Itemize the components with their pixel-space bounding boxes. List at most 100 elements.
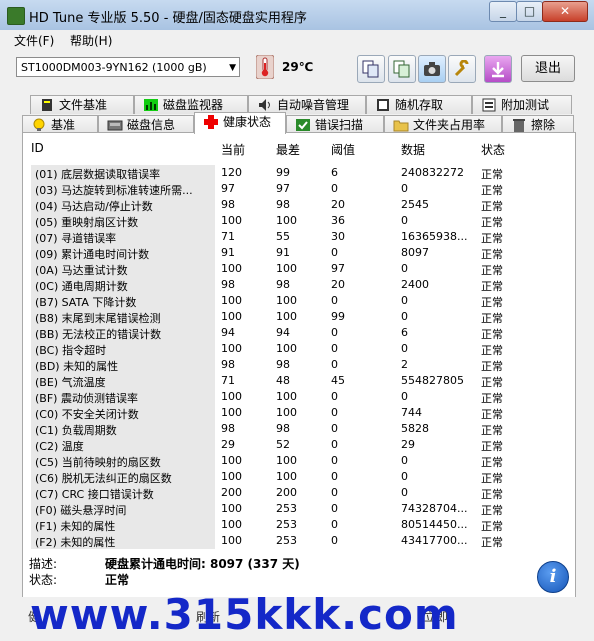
attr-id: (01) 底层数据读取错误率	[35, 168, 161, 181]
column-header-id[interactable]: ID	[31, 141, 44, 155]
column-header-worst[interactable]: 最差	[276, 141, 300, 158]
table-row[interactable]: (03) 马达旋转到标准转速所需... 97 97 0 0 正常	[23, 181, 575, 197]
worst-value: 97	[276, 182, 290, 195]
menu-file[interactable]: 文件(F)	[14, 32, 54, 49]
current-value: 200	[221, 486, 242, 499]
attr-id: (C6) 脱机无法纠正的扇区数	[35, 472, 172, 485]
table-row[interactable]: (BF) 震动侦测错误率 100 100 0 0 正常	[23, 389, 575, 405]
threshold-value: 0	[331, 406, 338, 419]
current-value: 29	[221, 438, 235, 451]
minimize-button[interactable]: _	[489, 1, 517, 22]
attr-id: (BC) 指令超时	[35, 344, 107, 357]
tab-health[interactable]: 健康状态	[194, 112, 286, 134]
table-row[interactable]: (BC) 指令超时 100 100 0 0 正常	[23, 341, 575, 357]
table-row[interactable]: (05) 重映射扇区计数 100 100 36 0 正常	[23, 213, 575, 229]
screenshot-button[interactable]	[418, 55, 446, 83]
maximize-button[interactable]: □	[516, 1, 543, 22]
tab-extra-tests[interactable]: 附加测试	[472, 95, 572, 114]
worst-value: 100	[276, 310, 297, 323]
status-value: 正常	[481, 344, 503, 357]
table-row[interactable]: (BD) 未知的属性 98 98 0 2 正常	[23, 357, 575, 373]
table-row[interactable]: (C0) 不安全关闭计数 100 100 0 744 正常	[23, 405, 575, 421]
status-value: 正常	[481, 184, 503, 197]
worst-value: 98	[276, 198, 290, 211]
table-row[interactable]: (F2) 未知的属性 100 253 0 43417700... 正常	[23, 533, 575, 549]
threshold-value: 0	[331, 358, 338, 371]
column-header-status[interactable]: 状态	[481, 141, 505, 158]
options-button[interactable]	[448, 55, 476, 83]
current-value: 98	[221, 198, 235, 211]
worst-value: 100	[276, 262, 297, 275]
raw-data: 5828	[401, 422, 429, 435]
table-row[interactable]: (C2) 温度 29 52 0 29 正常	[23, 437, 575, 453]
copy-all-button[interactable]	[388, 55, 416, 83]
raw-data: 240832272	[401, 166, 464, 179]
raw-data: 554827805	[401, 374, 464, 387]
save-button[interactable]	[484, 55, 512, 83]
speaker-icon	[259, 99, 270, 111]
threshold-value: 30	[331, 230, 345, 243]
status-value: 正常	[481, 216, 503, 229]
table-row[interactable]: (04) 马达启动/停止计数 98 98 20 2545 正常	[23, 197, 575, 213]
current-value: 100	[221, 294, 242, 307]
table-row[interactable]: (07) 寻道错误率 71 55 30 16365938... 正常	[23, 229, 575, 245]
table-row[interactable]: (C5) 当前待映射的扇区数 100 100 0 0 正常	[23, 453, 575, 469]
table-row[interactable]: (B7) SATA 下降计数 100 100 0 0 正常	[23, 293, 575, 309]
table-row[interactable]: (09) 累计通电时间计数 91 91 0 8097 正常	[23, 245, 575, 261]
drive-select[interactable]: ST1000DM003-9YN162 (1000 gB) ▼	[16, 57, 240, 77]
worst-value: 100	[276, 342, 297, 355]
health-panel: ID 当前 最差 阈值 数据 状态 (01) 底层数据读取错误率 120 99 6 24…	[22, 132, 576, 624]
tab-file-benchmark[interactable]: 文件基准	[30, 95, 134, 114]
current-value: 100	[221, 214, 242, 227]
table-row[interactable]: (C6) 脱机无法纠正的扇区数 100 100 0 0 正常	[23, 469, 575, 485]
lightbulb-icon	[33, 118, 45, 131]
current-value: 100	[221, 454, 242, 467]
table-row[interactable]: (0A) 马达重试计数 100 100 97 0 正常	[23, 261, 575, 277]
table-row[interactable]: (01) 底层数据读取错误率 120 99 6 240832272 正常	[23, 165, 575, 181]
copy-info-button[interactable]	[357, 55, 385, 83]
tab-random-access[interactable]: 随机存取	[366, 95, 472, 114]
toolbar: ST1000DM003-9YN162 (1000 gB) ▼ 29℃ 退出	[0, 50, 594, 86]
current-value: 100	[221, 310, 242, 323]
raw-data: 29	[401, 438, 415, 451]
status-value: 正常	[481, 424, 503, 437]
column-header-threshold[interactable]: 阈值	[331, 141, 355, 158]
status-value: 正常	[481, 472, 503, 485]
red-cross-icon	[204, 115, 218, 129]
close-button[interactable]: ✕	[542, 1, 588, 22]
attr-id: (BD) 未知的属性	[35, 360, 119, 373]
table-row[interactable]: (F1) 未知的属性 100 253 0 80514450... 正常	[23, 517, 575, 533]
current-value: 100	[221, 518, 242, 531]
raw-data: 0	[401, 310, 408, 323]
table-row[interactable]: (C7) CRC 接口错误计数 200 200 0 0 正常	[23, 485, 575, 501]
status-value: 正常	[481, 264, 503, 277]
table-row[interactable]: (0C) 通电周期计数 98 98 20 2400 正常	[23, 277, 575, 293]
attr-id: (BB) 无法校正的错误计数	[35, 328, 162, 341]
info-icon[interactable]: i	[537, 561, 569, 593]
attr-id: (09) 累计通电时间计数	[35, 248, 150, 261]
status-value: 正常	[481, 408, 503, 421]
exit-button[interactable]: 退出	[521, 55, 575, 82]
table-row[interactable]: (C1) 负载周期数 98 98 0 5828 正常	[23, 421, 575, 437]
threshold-value: 0	[331, 534, 338, 547]
status-value: 正常	[481, 456, 503, 469]
column-header-data[interactable]: 数据	[401, 141, 425, 158]
table-row[interactable]: (B8) 末尾到末尾错误检测 100 100 99 0 正常	[23, 309, 575, 325]
worst-value: 98	[276, 358, 290, 371]
status-value: 正常	[481, 376, 503, 389]
table-row[interactable]: (BE) 气流温度 71 48 45 554827805 正常	[23, 373, 575, 389]
attr-id: (C7) CRC 接口错误计数	[35, 488, 154, 501]
status-value: 正常	[481, 520, 503, 533]
raw-data: 0	[401, 486, 408, 499]
table-row[interactable]: (BB) 无法校正的错误计数 94 94 0 6 正常	[23, 325, 575, 341]
attr-id: (BE) 气流温度	[35, 376, 106, 389]
threshold-value: 0	[331, 294, 338, 307]
attr-id: (04) 马达启动/停止计数	[35, 200, 153, 213]
worst-value: 253	[276, 502, 297, 515]
title-bar[interactable]: HD Tune 专业版 5.50 - 硬盘/固态硬盘实用程序 _ □ ✕	[0, 0, 594, 30]
column-header-current[interactable]: 当前	[221, 141, 245, 158]
menu-help[interactable]: 帮助(H)	[70, 32, 112, 49]
table-row[interactable]: (F0) 磁头悬浮时间 100 253 0 74328704... 正常	[23, 501, 575, 517]
attr-id: (B7) SATA 下降计数	[35, 296, 137, 309]
worst-value: 91	[276, 246, 290, 259]
